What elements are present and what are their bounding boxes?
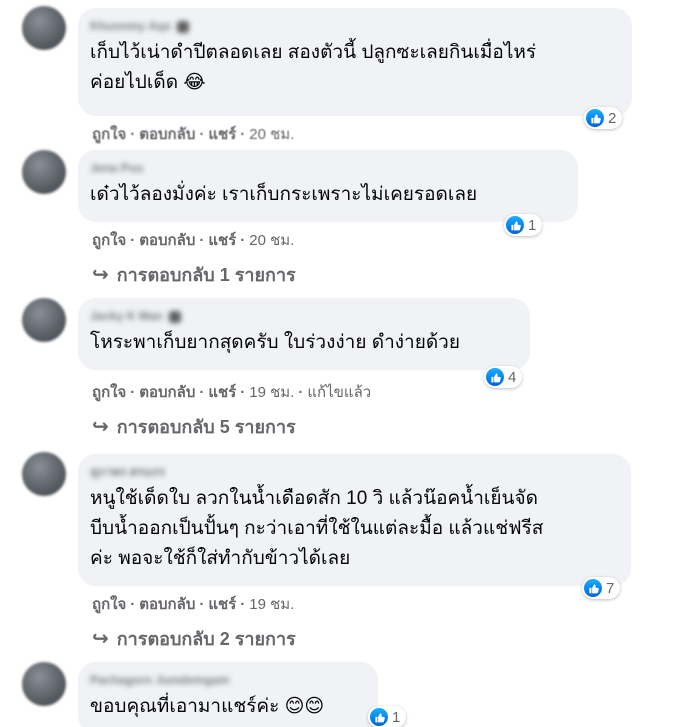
share-link[interactable]: แชร์ [208,232,236,249]
reply-link[interactable]: ตอบกลับ [139,384,195,401]
timestamp[interactable]: 20 ชม. [249,232,294,249]
thumbs-up-icon [486,368,504,386]
badge-icon [176,20,189,33]
comment-bubble: Jena Pou เด๋วไว้ลองมั่งค่ะ เราเก็บกระเพร… [78,150,578,222]
replies-count: การตอบกลับ 1 รายการ [116,265,296,285]
like-link[interactable]: ถูกใจ [92,596,126,613]
comment-bubble: Khunnmy Aqs เก็บไว้เน่าดำปีตลอดเลย สองตั… [78,8,632,116]
view-replies-link[interactable]: ↪ การตอบกลับ 2 รายการ [92,624,296,653]
comment-bubble: Jacky K Man โหระพาเก็บยากสุดครับ ใบร่วงง… [78,298,530,370]
share-link[interactable]: แชร์ [208,384,236,401]
comment-actions: ถูกใจ · ตอบกลับ · แชร์ · 20 ชม. [92,126,295,143]
comment-text: เด๋วไว้ลองมั่งค่ะ เราเก็บกระเพราะไม่เคยร… [90,184,478,205]
comment-text: เก็บไว้เน่าดำปีตลอดเลย สองตัวนี้ ปลูกซะเ… [90,42,537,93]
comment-text: โหระพาเก็บยากสุดครับ ใบร่วงง่าย ดำง่ายด้… [90,332,460,353]
replies-count: การตอบกลับ 5 รายการ [116,417,296,437]
timestamp[interactable]: 19 ชม. [249,384,294,401]
avatar[interactable] [22,452,66,496]
reaction-count[interactable]: 4 [484,366,523,388]
reply-link[interactable]: ตอบกลับ [139,126,195,143]
view-replies-link[interactable]: ↪ การตอบกลับ 5 รายการ [92,412,296,441]
reply-link[interactable]: ตอบกลับ [139,232,195,249]
comment-actions: ถูกใจ · ตอบกลับ · แชร์ · 19 ชม. · แก้ไขแล้ว [92,384,372,401]
thumbs-up-icon [586,109,604,127]
reply-arrow-icon: ↪ [92,628,109,650]
view-replies-link[interactable]: ↪ การตอบกลับ 1 รายการ [92,260,296,289]
comment-text: หนูใช้เด็ดใบ ลวกในน้ำเดือดสัก 10 วิ แล้ว… [90,488,544,569]
reaction-count[interactable]: 2 [584,107,623,129]
timestamp[interactable]: 19 ชม. [249,596,294,613]
like-count: 1 [392,708,401,726]
like-count: 4 [508,368,517,386]
reply-arrow-icon: ↪ [92,264,109,286]
like-count: 2 [608,109,617,127]
like-link[interactable]: ถูกใจ [92,384,126,401]
comment-bubble: สุภาพร ศรนรร หนูใช้เด็ดใบ ลวกในน้ำเดือดส… [78,454,631,586]
share-link[interactable]: แชร์ [208,126,236,143]
comment-author[interactable]: Jena Pou [90,160,564,176]
reaction-count[interactable]: 7 [582,577,621,599]
like-count: 7 [606,579,615,597]
avatar[interactable] [22,298,66,342]
comment-actions: ถูกใจ · ตอบกลับ · แชร์ · 20 ชม. [92,232,295,249]
comment-author[interactable]: Pachagorn Jumdemgam [90,672,364,688]
avatar[interactable] [22,6,66,50]
avatar[interactable] [22,150,66,194]
comment-bubble: Pachagorn Jumdemgam ขอบคุณที่เอามาแชร์ค่… [78,662,378,727]
badge-icon [168,310,181,323]
reply-arrow-icon: ↪ [92,416,109,438]
thumbs-up-icon [370,708,388,726]
like-count: 1 [528,216,537,234]
replies-count: การตอบกลับ 2 รายการ [116,629,296,649]
comment-author[interactable]: Khunnmy Aqs [90,18,618,34]
like-link[interactable]: ถูกใจ [92,126,126,143]
comment-author[interactable]: สุภาพร ศรนรร [90,464,617,480]
thumbs-up-icon [584,579,602,597]
reaction-count[interactable]: 1 [504,214,543,236]
like-link[interactable]: ถูกใจ [92,232,126,249]
timestamp[interactable]: 20 ชม. [249,126,294,143]
avatar[interactable] [22,662,66,706]
comment-author[interactable]: Jacky K Man [90,308,516,324]
share-link[interactable]: แชร์ [208,596,236,613]
comment-text: ขอบคุณที่เอามาแชร์ค่ะ 😊😊 [90,696,325,717]
comment-actions: ถูกใจ · ตอบกลับ · แชร์ · 19 ชม. [92,596,295,613]
edited-label[interactable]: แก้ไขแล้ว [307,384,371,401]
reply-link[interactable]: ตอบกลับ [139,596,195,613]
thumbs-up-icon [506,216,524,234]
reaction-count[interactable]: 1 [368,706,407,727]
